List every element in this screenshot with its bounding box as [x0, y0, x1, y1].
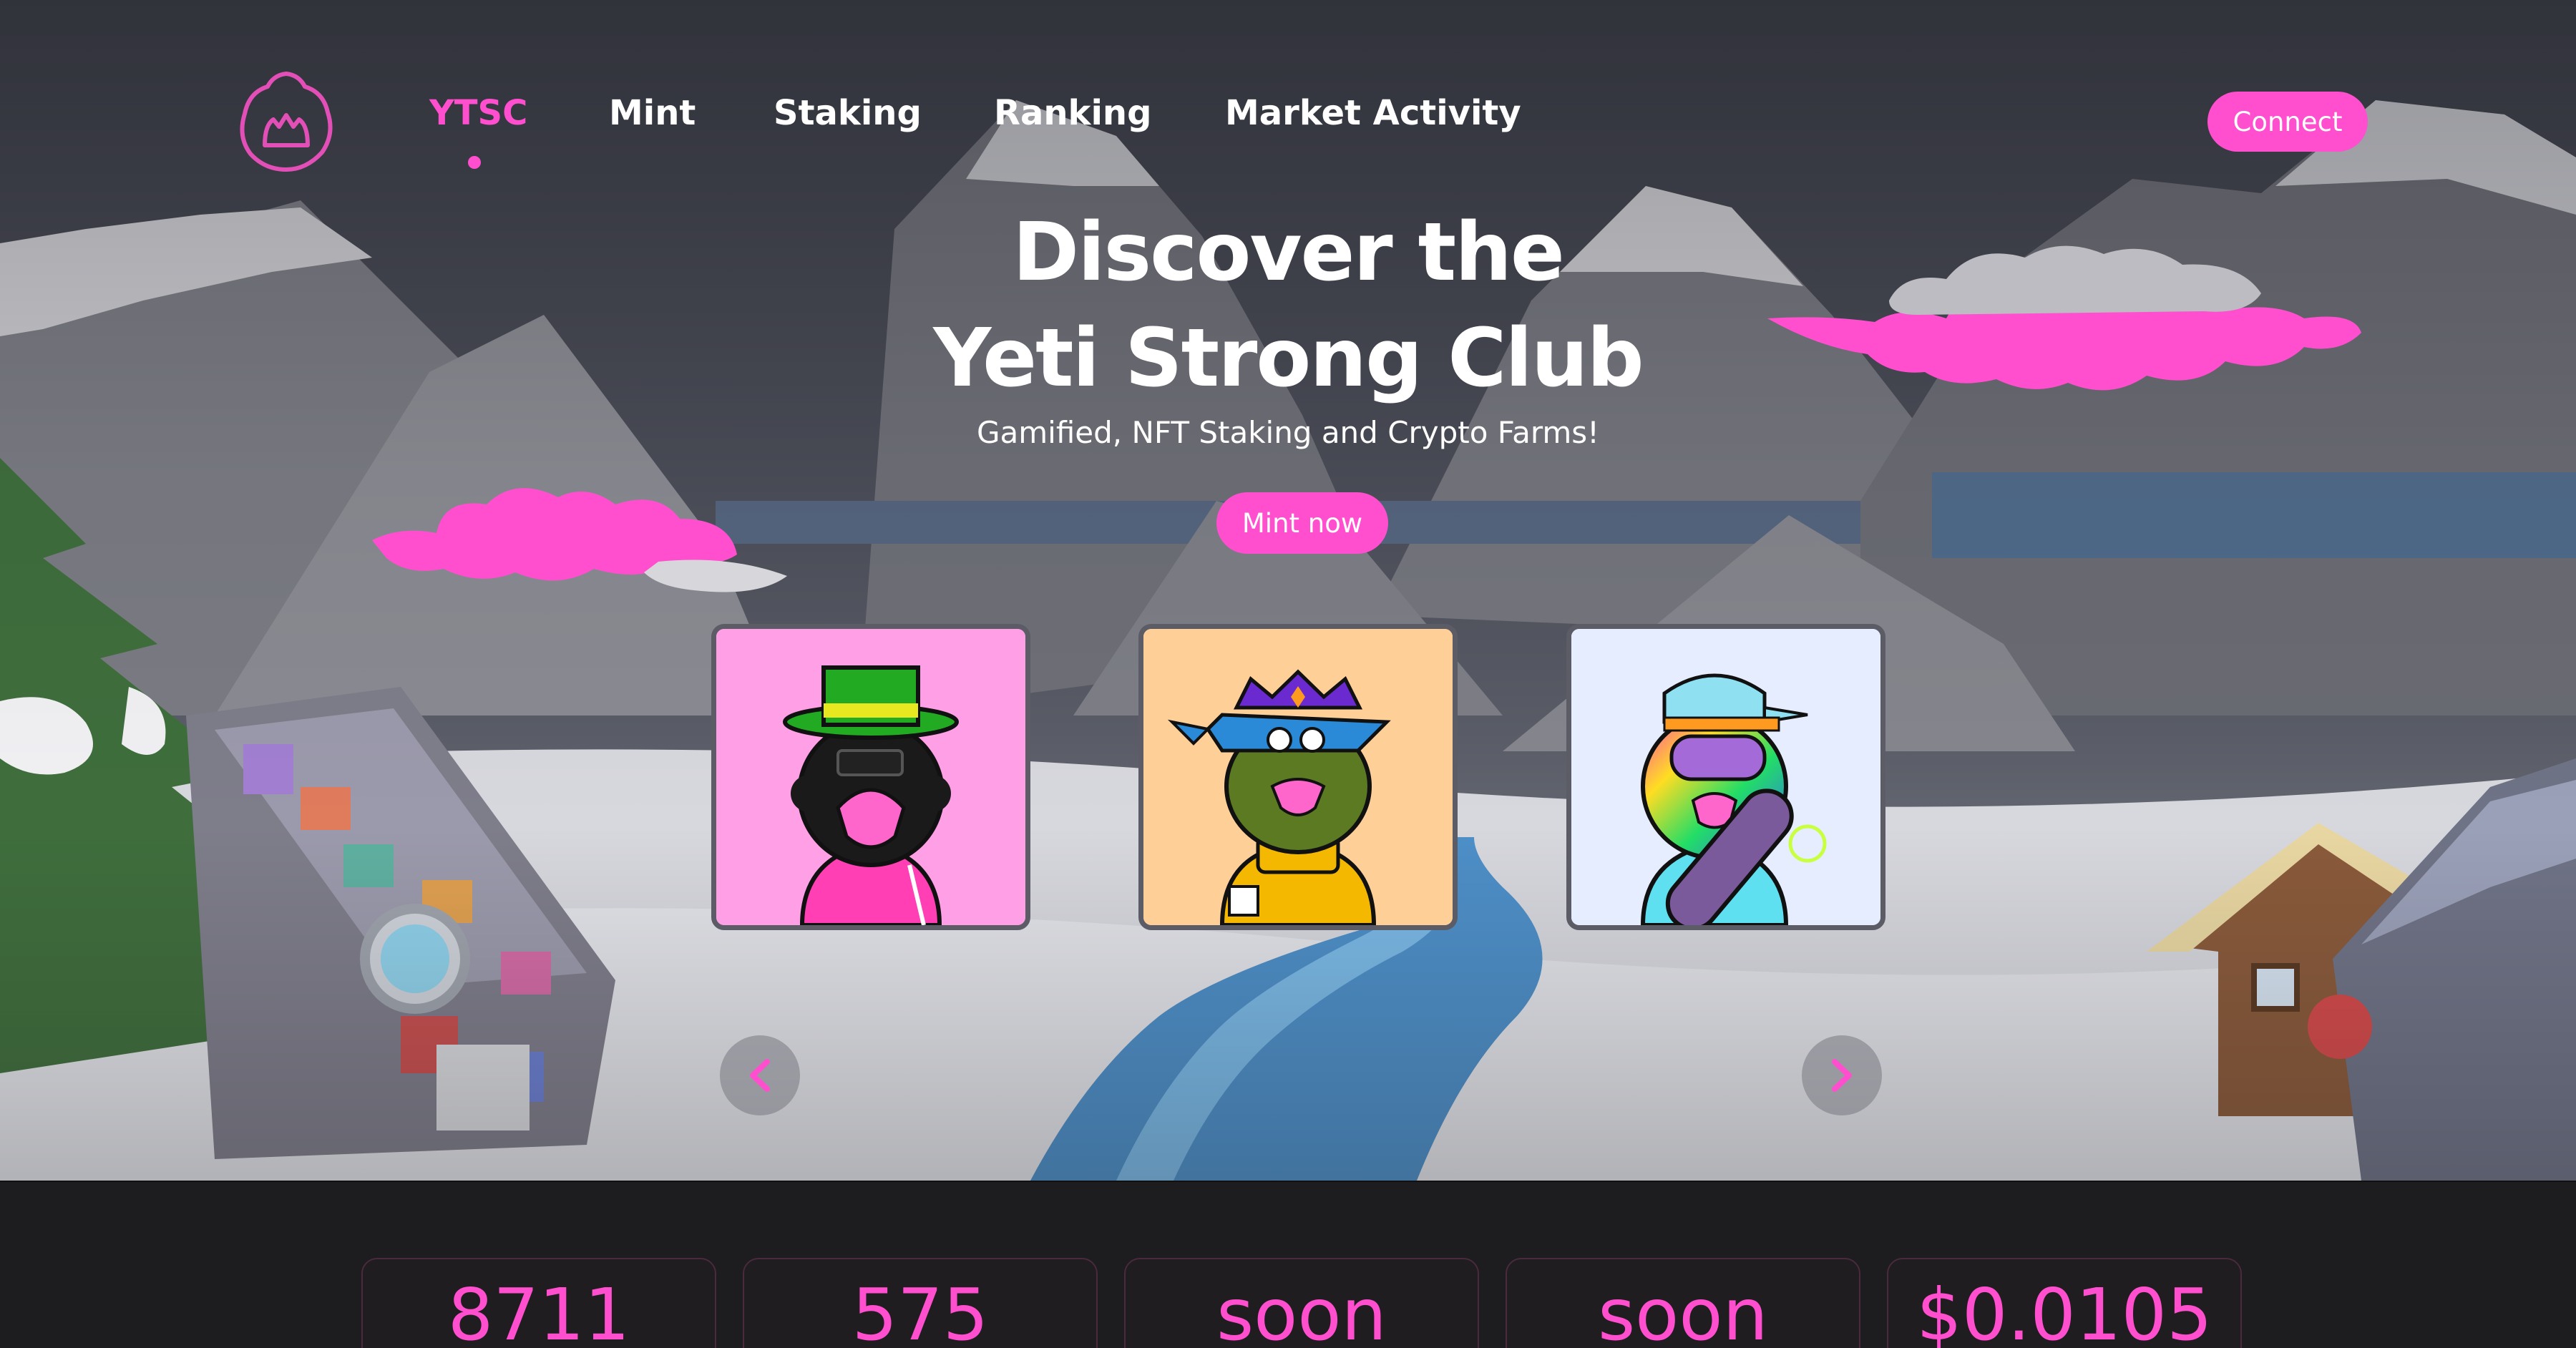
- carousel-next-button[interactable]: [1802, 1035, 1882, 1115]
- nft-card-2[interactable]: [1138, 624, 1458, 930]
- nft-card-1[interactable]: [711, 624, 1030, 930]
- nav-item-staking[interactable]: Staking: [774, 93, 922, 133]
- hero-section: YTSC Mint Staking Ranking Market Activit…: [0, 0, 2576, 1181]
- nft-card-3[interactable]: [1566, 624, 1885, 930]
- stat-value: 8711: [447, 1273, 630, 1348]
- chevron-left-icon: [750, 1059, 770, 1092]
- hero-title-line-2: Yeti Strong Club: [933, 312, 1644, 405]
- carousel-prev-button[interactable]: [720, 1035, 800, 1115]
- nav-item-market-activity[interactable]: Market Activity: [1225, 93, 1521, 133]
- stat-value: 575: [852, 1273, 989, 1348]
- mint-now-button[interactable]: Mint now: [1216, 492, 1388, 554]
- pink-cloud-left-decoration: [372, 488, 787, 592]
- stat-card-2: 575: [743, 1258, 1098, 1348]
- hero-subtitle: Gamified, NFT Staking and Crypto Farms!: [976, 415, 1600, 450]
- stat-value: $0.0105: [1916, 1273, 2212, 1348]
- nav-item-ranking[interactable]: Ranking: [994, 93, 1151, 133]
- nav-active-indicator: [468, 156, 481, 169]
- chevron-right-icon: [1832, 1059, 1852, 1092]
- connect-wallet-button[interactable]: Connect: [2207, 92, 2368, 152]
- stat-card-5: $0.0105: [1887, 1258, 2242, 1348]
- page-root: YTSC Mint Staking Ranking Market Activit…: [0, 0, 2576, 1348]
- yeti-logo-icon[interactable]: [236, 68, 336, 175]
- stat-card-3: soon: [1124, 1258, 1479, 1348]
- yeti-nft-top-hat-icon: [716, 629, 1025, 925]
- stat-card-1: 8711: [361, 1258, 716, 1348]
- nav-item-mint[interactable]: Mint: [609, 93, 696, 133]
- stat-value: soon: [1598, 1273, 1768, 1348]
- yeti-nft-snowboard-icon: [1571, 629, 1880, 925]
- yeti-nft-crown-icon: [1143, 629, 1453, 925]
- stat-value: soon: [1216, 1273, 1387, 1348]
- hero-title-line-1: Discover the: [1013, 206, 1565, 299]
- nav-item-ytsc[interactable]: YTSC: [429, 93, 527, 133]
- stat-card-4: soon: [1506, 1258, 1860, 1348]
